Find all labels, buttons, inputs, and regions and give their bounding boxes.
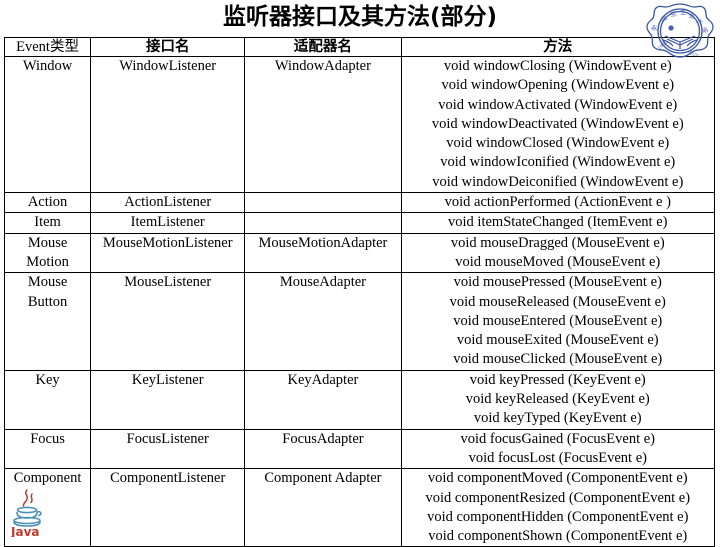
cell-adapter-class: WindowAdapter <box>244 55 402 194</box>
method-signature: void mousePressed (MouseEvent e) <box>453 274 662 291</box>
cell-adapter-class: FocusAdapter <box>244 428 402 470</box>
table-header-row: Event类型 接口名 适配器名 方法 <box>3 37 716 57</box>
cell-listener-interface: MouseMotionListener <box>90 232 246 274</box>
cell-methods: void windowClosing (WindowEvent e) void w… <box>400 55 716 194</box>
cell-listener-interface: KeyListener <box>90 369 246 430</box>
column-header-methods-label: 方法 <box>543 39 573 55</box>
method-signature: void windowActivated (WindowEvent e) <box>438 96 678 113</box>
table-row: Focus FocusListener FocusAdapter void focus… <box>3 428 716 470</box>
cell-adapter-class: Component Adapter <box>244 468 402 547</box>
column-header-interface-name: 接口名 <box>90 37 246 57</box>
cell-event-type: Mouse Motion <box>3 232 92 274</box>
table-row: Window WindowListener WindowAdapter void wi… <box>3 55 716 194</box>
cell-event-type: Action <box>3 192 92 214</box>
method-signature: void mouseEntered (MouseEvent e) <box>453 312 663 329</box>
table-row: Item ItemListener void itemStateChanged (I… <box>3 212 716 234</box>
method-signature: void windowClosed (WindowEvent e) <box>446 135 670 152</box>
cell-adapter-class: KeyAdapter <box>244 369 402 430</box>
cell-adapter-class: MouseMotionAdapter <box>244 232 402 274</box>
method-signature: void keyReleased (KeyEvent e) <box>465 391 650 408</box>
method-signature: void mouseClicked (MouseEvent e) <box>453 351 663 368</box>
method-signature: void keyPressed (KeyEvent e) <box>469 371 646 388</box>
column-header-event-type-label: Event类型 <box>16 39 79 55</box>
method-signature: void componentHidden (ComponentEvent e) <box>427 508 689 525</box>
listener-interfaces-table: Event类型 接口名 适配器名 方法 Window WindowListener… <box>3 37 716 547</box>
column-header-adapter-name: 适配器名 <box>244 37 402 57</box>
method-signature: void focusGained (FocusEvent e) <box>460 430 656 447</box>
cell-listener-interface: MouseListener <box>90 272 246 371</box>
cell-event-type: Mouse Button <box>3 272 92 371</box>
cell-event-type: Focus <box>3 428 92 470</box>
method-signature: void windowIconified (WindowEvent e) <box>440 154 676 171</box>
cell-listener-interface: ComponentListener <box>90 468 246 547</box>
method-signature: void actionPerformed (ActionEvent e ) <box>444 194 671 211</box>
column-header-interface-name-label: 接口名 <box>145 39 190 55</box>
cell-listener-interface: WindowListener <box>90 55 246 194</box>
cell-methods: void mouseDragged (MouseEvent e) void mou… <box>400 232 716 274</box>
cell-methods: void actionPerformed (ActionEvent e ) <box>400 192 716 214</box>
cell-listener-interface: ActionListener <box>90 192 246 214</box>
method-signature: void keyTyped (KeyEvent e) <box>473 410 642 427</box>
cell-methods: void componentMoved (ComponentEvent e) vo… <box>400 468 716 547</box>
method-signature: void mouseDragged (MouseEvent e) <box>450 234 665 251</box>
slide-canvas: 监听器接口及其方法(部分) 北 京 工 业 大 学 学 1960 BJUT Ev… <box>0 0 720 547</box>
cell-adapter-class <box>244 192 402 214</box>
method-signature: void mouseMoved (MouseEvent e) <box>455 253 661 270</box>
method-signature: void itemStateChanged (ItemEvent e) <box>448 214 668 231</box>
method-signature: void focusLost (FocusEvent e) <box>468 449 647 466</box>
table-row: Component ComponentListener Component Adap… <box>3 468 716 547</box>
cell-event-type: Window <box>3 55 92 194</box>
page-title: 监听器接口及其方法(部分) <box>222 4 498 30</box>
method-signature: void windowClosing (WindowEvent e) <box>443 58 672 74</box>
cell-event-type: Key <box>3 369 92 430</box>
cell-methods: void mousePressed (MouseEvent e) void mou… <box>400 272 716 371</box>
cell-methods: void keyPressed (KeyEvent e) void keyRele… <box>400 369 716 430</box>
cell-event-type: Component <box>3 468 92 547</box>
method-signature: void mouseExited (MouseEvent e) <box>456 332 659 349</box>
method-signature: void componentResized (ComponentEvent e) <box>425 489 691 506</box>
cell-methods: void itemStateChanged (ItemEvent e) <box>400 212 716 234</box>
table-row: Mouse Motion MouseMotionListener MouseMoti… <box>3 232 716 274</box>
cell-event-type: Item <box>3 212 92 234</box>
column-header-event-type: Event类型 <box>3 37 92 57</box>
table-row: Mouse Button MouseListener MouseAdapter voi… <box>3 272 716 371</box>
method-signature: void componentShown (ComponentEvent e) <box>428 528 688 545</box>
table-body: Window WindowListener WindowAdapter void wi… <box>3 55 716 547</box>
column-header-methods: 方法 <box>400 37 716 57</box>
method-signature: void windowOpening (WindowEvent e) <box>441 77 675 94</box>
method-signature: void componentMoved (ComponentEvent e) <box>427 470 688 487</box>
method-signature: void windowDeiconified (WindowEvent e) <box>432 173 684 190</box>
cell-listener-interface: ItemListener <box>90 212 246 234</box>
cell-adapter-class <box>244 212 402 234</box>
cell-methods: void focusGained (FocusEvent e) void focu… <box>400 428 716 470</box>
method-signature: void mouseReleased (MouseEvent e) <box>449 293 666 310</box>
cell-adapter-class: MouseAdapter <box>244 272 402 371</box>
table-row: Key KeyListener KeyAdapter void keyPressed … <box>3 369 716 430</box>
table-row: Action ActionListener void actionPerformed… <box>3 192 716 214</box>
column-header-adapter-name-label: 适配器名 <box>293 39 352 55</box>
cell-listener-interface: FocusListener <box>90 428 246 470</box>
method-signature: void windowDeactivated (WindowEvent e) <box>431 115 684 132</box>
